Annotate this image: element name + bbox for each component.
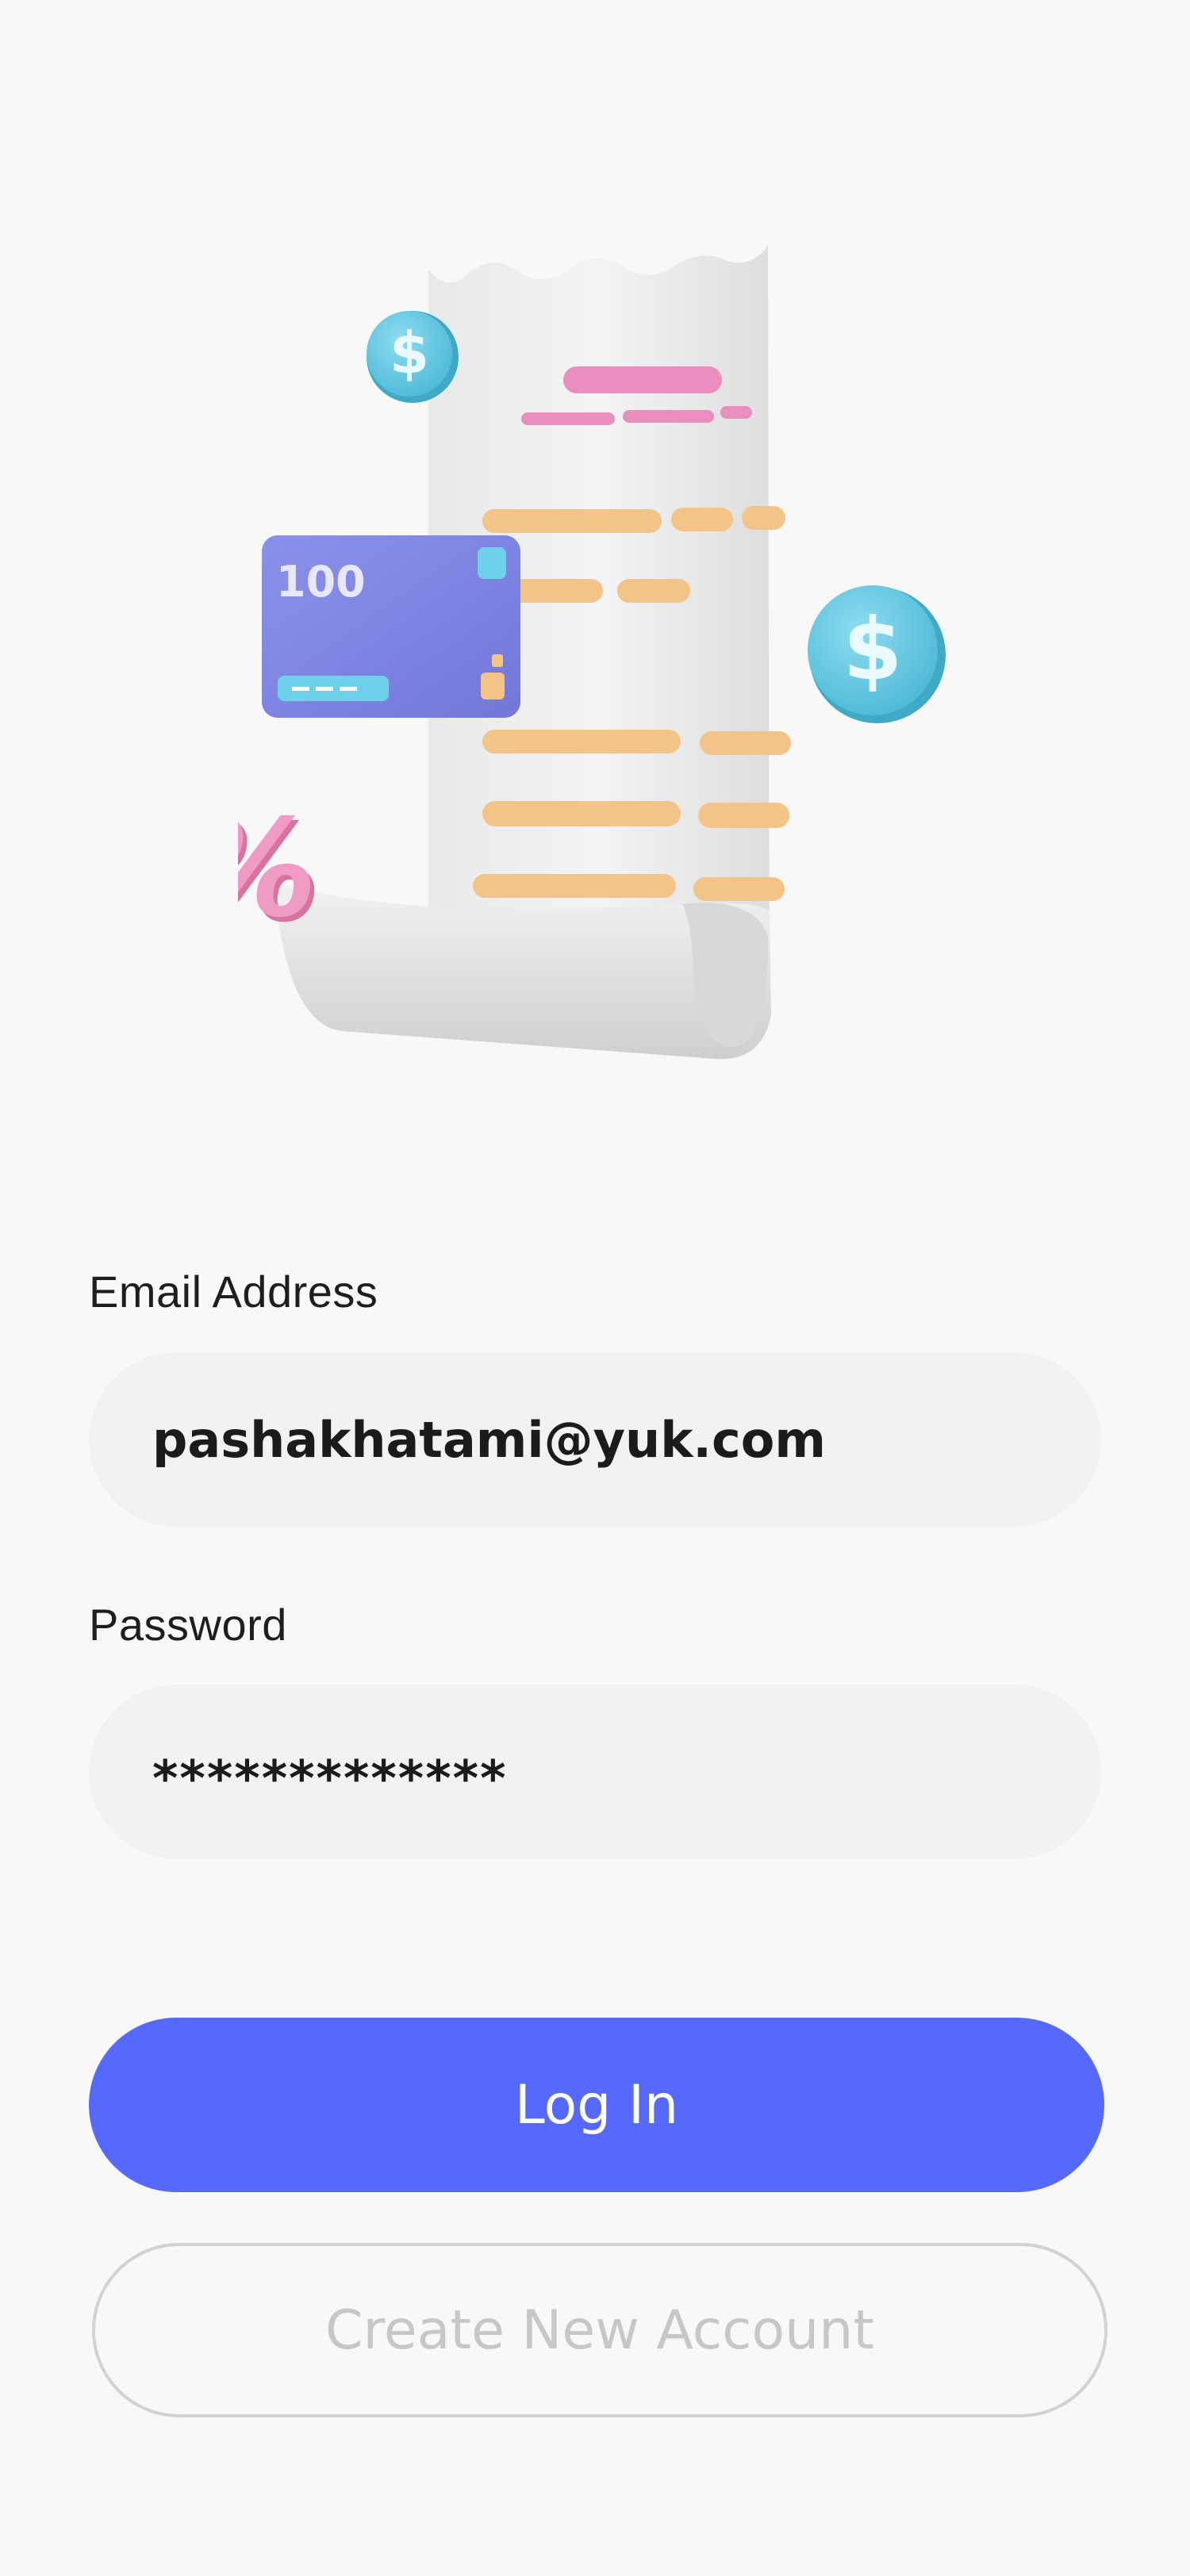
- dollar-icon: $: [390, 320, 429, 386]
- dollar-icon: $: [843, 600, 902, 700]
- create-account-button[interactable]: Create New Account: [92, 2243, 1107, 2417]
- password-input[interactable]: [152, 1736, 1101, 1807]
- credit-card: 100: [262, 535, 520, 718]
- password-field[interactable]: [89, 1685, 1101, 1859]
- login-button[interactable]: Log In: [89, 2018, 1104, 2192]
- email-label: Email Address: [89, 1267, 378, 1317]
- email-input[interactable]: [152, 1410, 1101, 1469]
- password-label: Password: [89, 1600, 287, 1650]
- card-amount: 100: [276, 557, 366, 607]
- dollar-coin-large: $: [808, 585, 946, 723]
- receipt-illustration: 100 $ $ % %: [171, 222, 968, 1079]
- dollar-coin-small: $: [367, 311, 459, 403]
- email-field[interactable]: [89, 1352, 1101, 1527]
